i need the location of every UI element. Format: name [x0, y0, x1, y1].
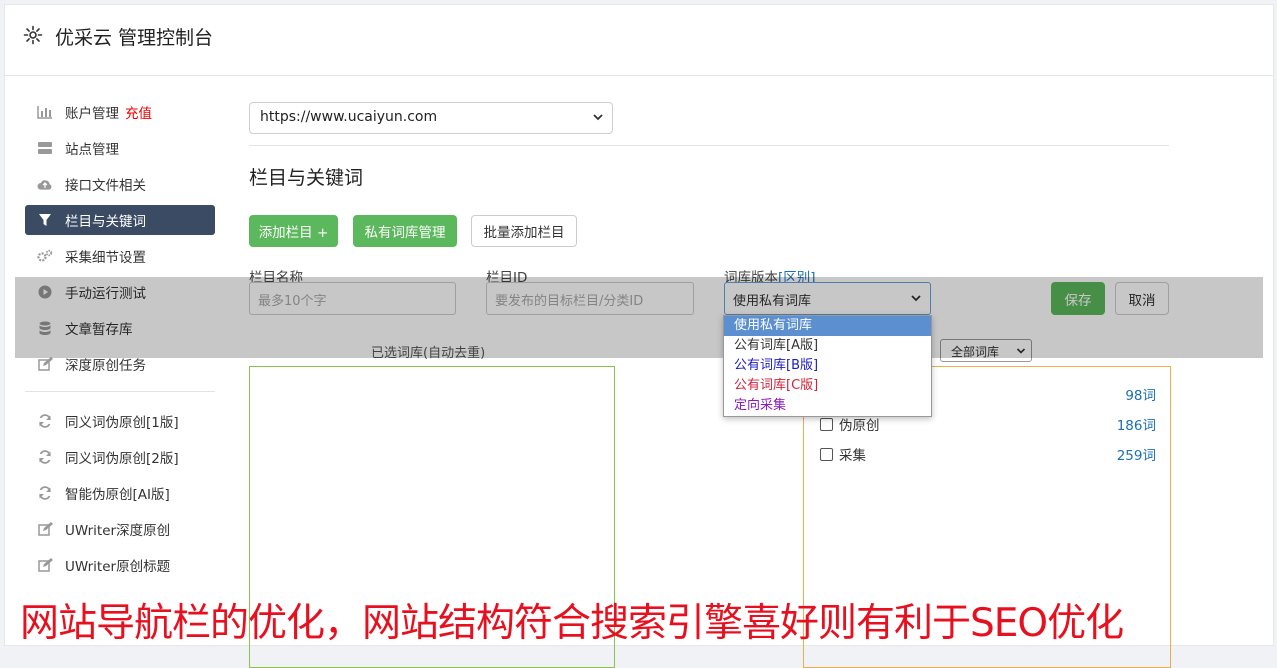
- sidebar-item-label: UWriter原创标题: [65, 559, 171, 575]
- refresh-icon: [37, 413, 53, 429]
- sidebar-item-label: 智能伪原创[AI版]: [65, 487, 170, 503]
- library-count[interactable]: 98词: [1125, 384, 1156, 404]
- library-count[interactable]: 186词: [1117, 414, 1156, 434]
- sidebar-divider: [25, 391, 215, 392]
- divider: [249, 145, 1169, 146]
- edit-icon: [37, 557, 53, 573]
- list-item[interactable]: 伪原创 186词: [820, 414, 1156, 434]
- sidebar-item-columns[interactable]: 栏目与关键词: [25, 205, 215, 235]
- version-dropdown-list[interactable]: 使用私有词库 公有词库[A版] 公有词库[B版] 公有词库[C版] 定向采集: [723, 315, 932, 417]
- sidebar-item-synonym-v1[interactable]: 同义词伪原创[1版]: [25, 406, 215, 436]
- cloud-upload-icon: [37, 176, 53, 192]
- console-title: 优采云 管理控制台: [55, 27, 214, 49]
- refresh-icon: [37, 485, 53, 501]
- library-checkbox[interactable]: [820, 418, 833, 431]
- batch-add-button[interactable]: 批量添加栏目: [471, 215, 577, 247]
- bar-chart-icon: [37, 104, 53, 120]
- sidebar-item-collect-settings[interactable]: 采集细节设置: [25, 241, 215, 271]
- sidebar-item-interface[interactable]: 接口文件相关: [25, 169, 215, 199]
- recharge-link[interactable]: 充值: [125, 102, 152, 122]
- sidebar-item-label: UWriter深度原创: [65, 523, 171, 539]
- sidebar-item-uwriter-deep[interactable]: UWriter深度原创: [25, 514, 215, 544]
- list-item[interactable]: 采集 259词: [820, 444, 1156, 464]
- library-count[interactable]: 259词: [1117, 444, 1156, 464]
- sidebar-item-uwriter-title[interactable]: UWriter原创标题: [25, 550, 215, 580]
- sidebar-item-account[interactable]: 账户管理 充值: [25, 97, 215, 127]
- sidebar-item-ai-rewrite[interactable]: 智能伪原创[AI版]: [25, 478, 215, 508]
- gear-icon: [23, 25, 43, 45]
- caption-text: 网站导航栏的优化，网站结构符合搜索引擎喜好则有利于SEO优化: [20, 601, 1124, 646]
- sidebar-item-sites[interactable]: 站点管理: [25, 133, 215, 163]
- sidebar-item-label: 栏目与关键词: [65, 214, 146, 230]
- sidebar-item-label: 账户管理: [65, 106, 119, 122]
- dropdown-option[interactable]: 公有词库[A版]: [724, 336, 931, 356]
- sidebar-item-label: 接口文件相关: [65, 178, 146, 194]
- sidebar-item-label: 站点管理: [65, 142, 119, 158]
- section-title: 栏目与关键词: [249, 167, 364, 189]
- site-select[interactable]: https://www.ucaiyun.com: [249, 102, 613, 134]
- sidebar-item-label: 采集细节设置: [65, 250, 146, 266]
- edit-icon: [37, 356, 53, 372]
- add-column-button[interactable]: 添加栏目 +: [249, 215, 338, 247]
- sidebar-item-synonym-v2[interactable]: 同义词伪原创[2版]: [25, 442, 215, 472]
- server-icon: [37, 140, 53, 156]
- dropdown-option[interactable]: 使用私有词库: [724, 316, 931, 336]
- chevron-down-icon: [592, 111, 604, 127]
- sidebar-item-label: 同义词伪原创[2版]: [65, 451, 179, 467]
- dropdown-option[interactable]: 公有词库[C版]: [724, 376, 931, 396]
- modal-overlay-strip: [15, 277, 1263, 358]
- cogs-icon: [37, 248, 53, 264]
- site-select-value: https://www.ucaiyun.com: [260, 109, 438, 125]
- library-checkbox[interactable]: [820, 448, 833, 461]
- refresh-icon: [37, 449, 53, 465]
- header: 优采云 管理控制台: [5, 5, 1273, 76]
- private-lib-button[interactable]: 私有词库管理: [353, 215, 457, 247]
- library-name: 伪原创: [839, 418, 880, 434]
- filter-icon: [37, 212, 53, 228]
- sidebar-item-label: 同义词伪原创[1版]: [65, 415, 179, 431]
- library-name: 采集: [839, 448, 866, 464]
- dropdown-option[interactable]: 公有词库[B版]: [724, 356, 931, 376]
- edit-icon: [37, 521, 53, 537]
- dropdown-option[interactable]: 定向采集: [724, 396, 931, 416]
